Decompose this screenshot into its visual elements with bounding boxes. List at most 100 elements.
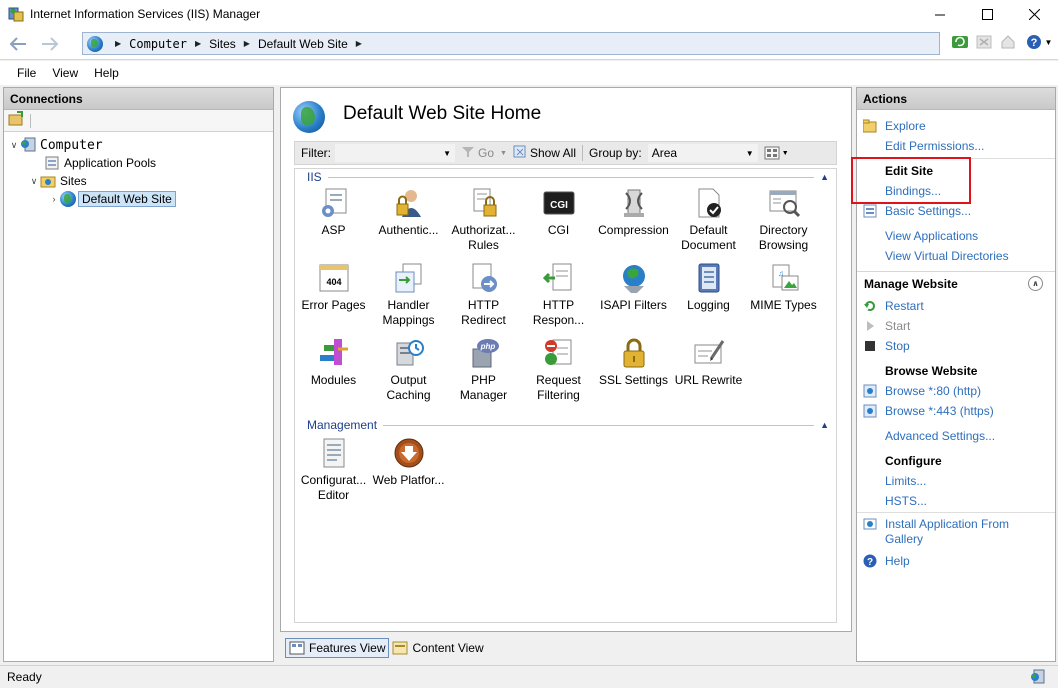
- expand-chevron-icon[interactable]: ∨: [8, 140, 20, 151]
- group-by-select[interactable]: Area ▼: [647, 144, 758, 162]
- minimize-button[interactable]: [917, 0, 964, 28]
- features-view-tab[interactable]: Features View: [285, 638, 390, 658]
- feature-http-response[interactable]: HTTP Respon...: [521, 262, 596, 328]
- feature-authentication[interactable]: Authentic...: [371, 187, 446, 238]
- collapse-chevron-icon[interactable]: ›: [48, 194, 60, 204]
- breadcrumb-chevron-icon[interactable]: ▶: [195, 39, 201, 48]
- action-advanced-settings[interactable]: Advanced Settings...: [885, 429, 995, 444]
- chevron-down-icon[interactable]: ▼: [1045, 38, 1053, 47]
- action-view-virtual-directories[interactable]: View Virtual Directories: [885, 249, 1009, 264]
- show-all-icon: [513, 145, 527, 162]
- feature-logging[interactable]: Logging: [671, 262, 746, 313]
- tree-node-computer[interactable]: ∨ Computer: [8, 136, 103, 154]
- action-hsts[interactable]: HSTS...: [885, 494, 927, 509]
- group-header-iis[interactable]: IIS ▲: [307, 170, 829, 184]
- feature-asp[interactable]: ASP: [296, 187, 371, 238]
- breadcrumb-sites[interactable]: Sites: [209, 37, 236, 51]
- tree-label: Computer: [40, 137, 103, 153]
- feature-cgi[interactable]: CGI CGI: [521, 187, 596, 238]
- action-help[interactable]: Help: [885, 554, 910, 569]
- action-stop[interactable]: Stop: [885, 339, 910, 354]
- feature-request-filtering[interactable]: Request Filtering: [521, 337, 596, 403]
- manage-website-section[interactable]: Manage Website ∧: [857, 271, 1055, 295]
- collapse-chevron-icon[interactable]: ∧: [1028, 276, 1043, 291]
- feature-ssl-settings[interactable]: SSL Settings: [596, 337, 671, 388]
- feature-mime-types[interactable]: ♫ MIME Types: [746, 262, 821, 313]
- feature-directory-browsing[interactable]: Directory Browsing: [746, 187, 821, 253]
- group-by-label: Group by:: [588, 146, 642, 160]
- show-all-button[interactable]: Show All: [513, 145, 576, 162]
- action-install-application[interactable]: Install Application From Gallery: [885, 517, 1025, 547]
- action-browse-80[interactable]: Browse *:80 (http): [885, 384, 981, 399]
- features-view-label: Features View: [309, 641, 386, 655]
- feature-authorization[interactable]: Authorizat... Rules: [446, 187, 521, 253]
- breadcrumb-default-web-site[interactable]: Default Web Site: [258, 37, 348, 51]
- tree-node-default-web-site[interactable]: › Default Web Site: [48, 190, 176, 208]
- group-name: Management: [307, 418, 378, 432]
- feature-configuration-editor[interactable]: Configurat... Editor: [296, 437, 371, 503]
- action-edit-permissions[interactable]: Edit Permissions...: [885, 139, 984, 154]
- http-redirect-icon: [468, 262, 500, 294]
- tree-node-application-pools[interactable]: Application Pools: [32, 154, 156, 172]
- compression-icon: [618, 187, 650, 219]
- feature-modules[interactable]: Modules: [296, 337, 371, 388]
- breadcrumb-computer[interactable]: Computer: [129, 37, 187, 51]
- menu-file[interactable]: File: [17, 66, 36, 80]
- group-header-management[interactable]: Management ▲: [307, 418, 829, 432]
- view-mode-button[interactable]: ▼: [764, 146, 789, 160]
- chevron-down-icon[interactable]: ▼: [443, 149, 451, 158]
- connection-status-icon: [1030, 669, 1046, 688]
- action-restart[interactable]: Restart: [885, 299, 924, 314]
- features-grid: IIS ▲ ASP Authentic... Authorizat... Rules…: [294, 168, 837, 623]
- go-button[interactable]: Go ▼: [461, 146, 507, 161]
- feature-label: URL Rewrite: [674, 373, 743, 387]
- address-breadcrumb[interactable]: ▶ Computer ▶ Sites ▶ Default Web Site ▶: [82, 32, 940, 55]
- breadcrumb-chevron-icon[interactable]: ▶: [356, 39, 362, 48]
- php-manager-icon: php: [468, 337, 500, 369]
- feature-compression[interactable]: Compression: [596, 187, 671, 238]
- content-view-tab[interactable]: Content View: [389, 638, 486, 658]
- filter-toolbar: Filter: ▼ Go ▼ Show All Group by: Area ▼ …: [294, 141, 837, 165]
- help-icon[interactable]: ? ▼: [1022, 32, 1056, 52]
- menu-help[interactable]: Help: [94, 66, 119, 80]
- action-start[interactable]: Start: [885, 319, 910, 334]
- expand-chevron-icon[interactable]: ∨: [28, 176, 40, 187]
- feature-url-rewrite[interactable]: URL Rewrite: [671, 337, 746, 388]
- home-icon[interactable]: [998, 32, 1018, 52]
- http-response-icon: [542, 262, 575, 294]
- output-caching-icon: [393, 337, 425, 369]
- tree-node-sites[interactable]: ∨ Sites: [28, 172, 87, 190]
- close-button[interactable]: [1011, 0, 1058, 28]
- feature-php-manager[interactable]: php PHP Manager: [446, 337, 521, 403]
- feature-output-caching[interactable]: Output Caching: [371, 337, 446, 403]
- chevron-down-icon[interactable]: ▼: [782, 150, 789, 157]
- collapse-caret-icon[interactable]: ▲: [820, 420, 829, 430]
- globe-icon: [87, 35, 103, 52]
- create-connection-icon[interactable]: [8, 111, 24, 130]
- action-view-applications[interactable]: View Applications: [885, 229, 978, 244]
- action-explore[interactable]: Explore: [885, 119, 926, 134]
- refresh-icon[interactable]: [950, 32, 970, 52]
- feature-isapi-filters[interactable]: ISAPI Filters: [596, 262, 671, 313]
- feature-label: Directory Browsing: [758, 223, 809, 252]
- chevron-down-icon[interactable]: ▼: [746, 149, 754, 158]
- action-limits[interactable]: Limits...: [885, 474, 926, 489]
- feature-default-document[interactable]: Default Document: [671, 187, 746, 253]
- feature-handler-mappings[interactable]: Handler Mappings: [371, 262, 446, 328]
- chevron-down-icon[interactable]: ▼: [500, 150, 507, 157]
- feature-web-platform[interactable]: Web Platfor...: [371, 437, 446, 488]
- filter-input[interactable]: ▼: [335, 144, 455, 162]
- action-browse-443[interactable]: Browse *:443 (https): [885, 404, 994, 419]
- menu-view[interactable]: View: [52, 66, 78, 80]
- stop-icon[interactable]: [974, 32, 994, 52]
- feature-error-pages[interactable]: 404 Error Pages: [296, 262, 371, 313]
- maximize-button[interactable]: [964, 0, 1011, 28]
- breadcrumb-chevron-icon[interactable]: ▶: [244, 39, 250, 48]
- feature-http-redirect[interactable]: HTTP Redirect: [446, 262, 521, 328]
- collapse-caret-icon[interactable]: ▲: [820, 172, 829, 182]
- connections-tree: ∨ Computer Application Pools ∨ Sites › D…: [4, 132, 273, 652]
- action-basic-settings[interactable]: Basic Settings...: [885, 204, 971, 219]
- group-name: IIS: [307, 170, 322, 184]
- back-button[interactable]: [6, 32, 30, 56]
- forward-button[interactable]: [38, 32, 62, 56]
